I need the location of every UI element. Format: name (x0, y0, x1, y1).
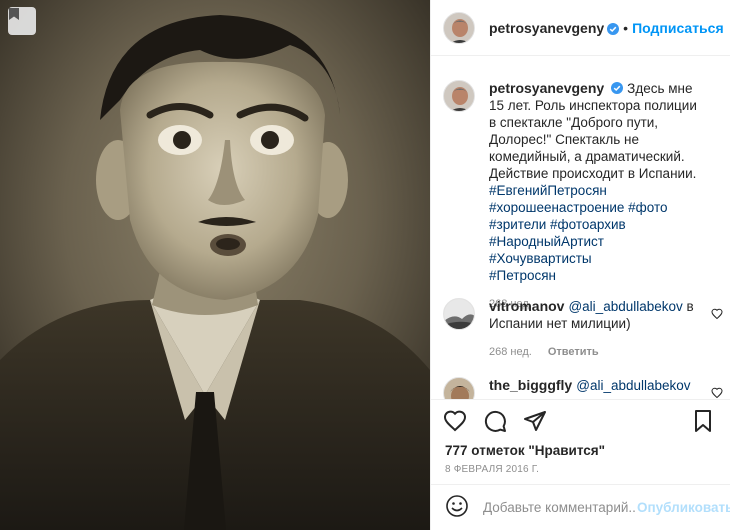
hashtag-link[interactable]: #Хочуввартисты (489, 251, 592, 266)
comment-icon[interactable] (483, 409, 507, 433)
emoji-icon[interactable] (445, 494, 469, 521)
heart-icon[interactable] (443, 409, 467, 433)
follow-button[interactable]: Подписаться (632, 20, 724, 36)
add-comment-bar: Опубликовать (431, 484, 730, 530)
comment-body: vitromanov @ali_abdullabekov в Испании не… (489, 298, 699, 361)
post-header: petrosyanevgeny • Подписаться (431, 0, 730, 56)
separator-dot: • (623, 19, 629, 36)
portrait-image (0, 0, 430, 530)
publish-button[interactable]: Опубликовать (637, 500, 730, 515)
likes-number: 777 (445, 443, 468, 458)
hashtag-link[interactable]: #ЕвгенийПетросян (489, 183, 607, 198)
post-date[interactable]: 8 ФЕВРАЛЯ 2016 Г. (445, 464, 539, 475)
author-username[interactable]: petrosyanevgeny (489, 20, 604, 36)
mention-link[interactable]: @ali_abdullabekov (576, 378, 690, 393)
hashtag-link[interactable]: #фотоархив (550, 217, 626, 232)
commenter-avatar[interactable] (443, 377, 475, 399)
verified-icon (611, 81, 624, 94)
comments-list[interactable]: petrosyanevgeny Здесь мне 15 лет. Роль ин… (431, 57, 730, 399)
comment-item: vitromanov @ali_abdullabekov в Испании не… (443, 298, 723, 361)
hashtag-link[interactable]: #зрители (489, 217, 546, 232)
action-icons (443, 409, 547, 433)
post-dialog: petrosyanevgeny • Подписаться petrosyane… (0, 0, 730, 530)
post-photo[interactable] (0, 0, 430, 530)
hashtag-link[interactable]: #Петросян (489, 268, 556, 283)
reply-button[interactable]: Ответить (548, 344, 599, 361)
commenter-username[interactable]: vitromanov (489, 298, 564, 314)
caption-username[interactable]: petrosyanevgeny (489, 80, 604, 96)
save-icon[interactable] (691, 409, 715, 433)
likes-count[interactable]: 777 отметок "Нравится" (445, 443, 605, 458)
heart-icon[interactable] (711, 307, 723, 323)
likes-label: отметок "Нравится" (471, 443, 606, 458)
comment-input[interactable] (483, 500, 637, 515)
comment-item: the_bigggfly @ali_abdullabekov (443, 377, 723, 399)
hashtag-link[interactable]: #хорошеенастроение (489, 200, 624, 215)
verified-icon (607, 22, 620, 35)
commenter-avatar[interactable] (443, 298, 475, 330)
hashtag-link[interactable]: #фото (628, 200, 667, 215)
caption-body: petrosyanevgeny Здесь мне 15 лет. Роль ин… (489, 80, 699, 313)
comment-meta: 268 нед. Ответить (489, 344, 699, 361)
commenter-username[interactable]: the_bigggfly (489, 377, 572, 393)
mention-link[interactable]: @ali_abdullabekov (568, 299, 682, 314)
author-avatar[interactable] (443, 11, 475, 44)
share-icon[interactable] (523, 409, 547, 433)
heart-icon[interactable] (711, 386, 723, 399)
comment-body: the_bigggfly @ali_abdullabekov (489, 377, 699, 399)
author-avatar[interactable] (443, 80, 475, 112)
post-side-panel: petrosyanevgeny • Подписаться petrosyane… (430, 0, 730, 530)
caption-text: Здесь мне 15 лет. Роль инспектора полици… (489, 81, 697, 181)
bookmark-overlay-button[interactable] (8, 7, 36, 35)
hashtag-link[interactable]: #НародныйАртист (489, 234, 604, 249)
caption-item: petrosyanevgeny Здесь мне 15 лет. Роль ин… (443, 80, 719, 313)
comment-age[interactable]: 268 нед. (489, 344, 532, 361)
